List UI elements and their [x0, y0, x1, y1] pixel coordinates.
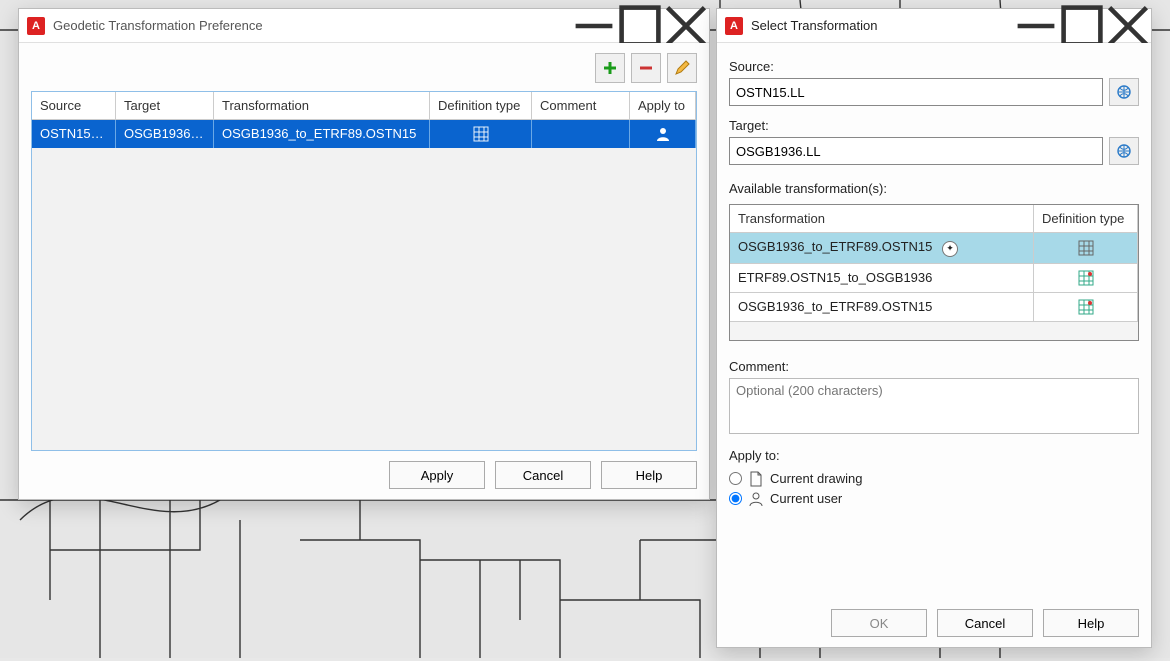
- cell-transformation: ETRF89.OSTN15_to_OSGB1936: [730, 264, 1034, 292]
- help-button[interactable]: Help: [1043, 609, 1139, 637]
- cell-transformation: OSGB1936_to_ETRF89.OSTN15: [214, 120, 430, 148]
- cell-target: OSGB1936.LL: [116, 120, 214, 148]
- cell-definition-type: [1034, 264, 1138, 292]
- help-button[interactable]: Help: [601, 461, 697, 489]
- col-comment[interactable]: Comment: [532, 92, 630, 119]
- cell-apply-to: [630, 120, 696, 148]
- minus-icon: [638, 60, 654, 76]
- pencil-icon: [674, 60, 690, 76]
- cell-source: OSTN15.LL: [32, 120, 116, 148]
- cancel-button[interactable]: Cancel: [495, 461, 591, 489]
- remove-button[interactable]: [631, 53, 661, 83]
- cell-definition-type: [1034, 233, 1138, 263]
- grid-interp-color-icon: [1078, 299, 1094, 315]
- radio-current-user[interactable]: Current user: [729, 491, 1139, 507]
- compass-icon: ✦: [942, 241, 958, 257]
- close-button[interactable]: [1105, 9, 1151, 43]
- col-definition-type[interactable]: Definition type: [1034, 205, 1138, 232]
- table-row[interactable]: OSGB1936_to_ETRF89.OSTN15: [730, 293, 1138, 322]
- cell-comment: [532, 120, 630, 148]
- document-icon: [748, 471, 764, 487]
- window-title: Geodetic Transformation Preference: [53, 18, 571, 33]
- maximize-button[interactable]: [617, 9, 663, 43]
- table-header: Source Target Transformation Definition …: [32, 92, 696, 120]
- user-icon: [748, 491, 764, 507]
- close-button[interactable]: [663, 9, 709, 43]
- maximize-button[interactable]: [1059, 9, 1105, 43]
- titlebar[interactable]: A Select Transformation: [717, 9, 1151, 43]
- titlebar[interactable]: A Geodetic Transformation Preference: [19, 9, 709, 43]
- add-button[interactable]: [595, 53, 625, 83]
- col-target[interactable]: Target: [116, 92, 214, 119]
- radio-current-drawing-input[interactable]: [729, 472, 742, 485]
- globe-picker-icon: [1116, 84, 1132, 100]
- available-label: Available transformation(s):: [729, 181, 1139, 196]
- cell-transformation: OSGB1936_to_ETRF89.OSTN15 ✦: [730, 233, 1034, 263]
- table-row[interactable]: ETRF89.OSTN15_to_OSGB1936: [730, 264, 1138, 293]
- table-row[interactable]: OSGB1936_to_ETRF89.OSTN15 ✦: [730, 233, 1138, 264]
- dialog-geodetic-preference: A Geodetic Transformation Preference: [18, 8, 710, 500]
- col-apply-to[interactable]: Apply to: [630, 92, 696, 119]
- table-row[interactable]: OSTN15.LL OSGB1936.LL OSGB1936_to_ETRF89…: [32, 120, 696, 148]
- preference-table[interactable]: Source Target Transformation Definition …: [31, 91, 697, 451]
- target-picker-button[interactable]: [1109, 137, 1139, 165]
- source-label: Source:: [729, 59, 1139, 74]
- source-input[interactable]: [729, 78, 1103, 106]
- source-picker-button[interactable]: [1109, 78, 1139, 106]
- table-empty-area: [32, 148, 696, 450]
- comment-label: Comment:: [729, 359, 1139, 374]
- radio-current-drawing[interactable]: Current drawing: [729, 471, 1139, 487]
- grid-interp-icon: [1078, 240, 1094, 256]
- window-title: Select Transformation: [751, 18, 1013, 33]
- minimize-button[interactable]: [1013, 9, 1059, 43]
- plus-icon: [602, 60, 618, 76]
- edit-button[interactable]: [667, 53, 697, 83]
- available-transformations-table[interactable]: Transformation Definition type OSGB1936_…: [729, 204, 1139, 341]
- dialog-select-transformation: A Select Transformation Source: Target:: [716, 8, 1152, 648]
- ok-button[interactable]: OK: [831, 609, 927, 637]
- col-transformation[interactable]: Transformation: [214, 92, 430, 119]
- cell-definition-type: [1034, 293, 1138, 321]
- app-icon: A: [27, 17, 45, 35]
- col-transformation[interactable]: Transformation: [730, 205, 1034, 232]
- apply-to-label: Apply to:: [729, 448, 1139, 463]
- apply-button[interactable]: Apply: [389, 461, 485, 489]
- minimize-button[interactable]: [571, 9, 617, 43]
- table-footer-spacer: [730, 322, 1138, 340]
- grid-interp-icon: [473, 126, 489, 142]
- cancel-button[interactable]: Cancel: [937, 609, 1033, 637]
- globe-picker-icon: [1116, 143, 1132, 159]
- app-icon: A: [725, 17, 743, 35]
- col-definition-type[interactable]: Definition type: [430, 92, 532, 119]
- target-label: Target:: [729, 118, 1139, 133]
- col-source[interactable]: Source: [32, 92, 116, 119]
- radio-current-user-input[interactable]: [729, 492, 742, 505]
- cell-definition-type: [430, 120, 532, 148]
- cell-transformation: OSGB1936_to_ETRF89.OSTN15: [730, 293, 1034, 321]
- user-icon: [655, 126, 671, 142]
- comment-input[interactable]: [729, 378, 1139, 434]
- grid-interp-color-icon: [1078, 270, 1094, 286]
- target-input[interactable]: [729, 137, 1103, 165]
